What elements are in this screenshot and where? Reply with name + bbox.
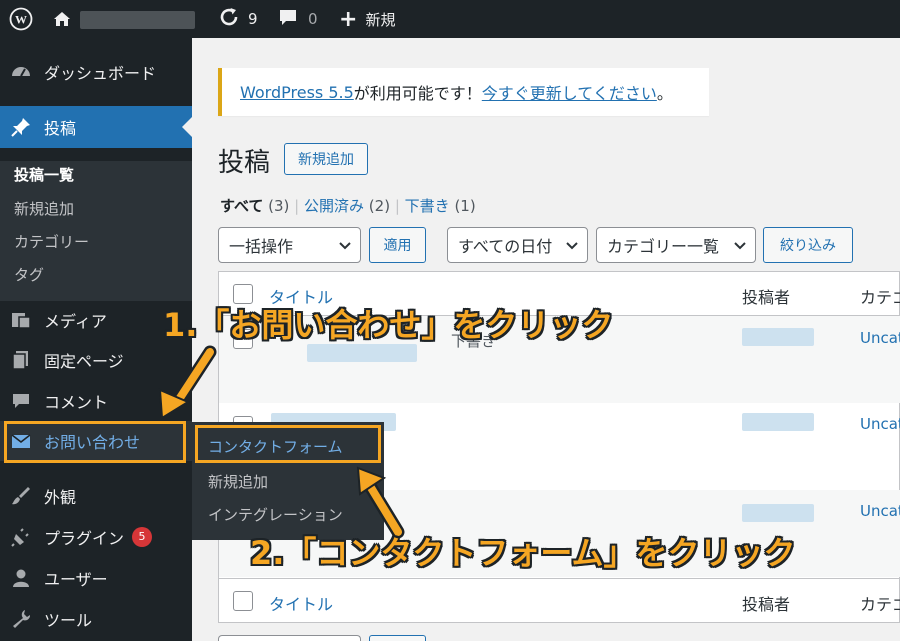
new-label: 新規 [365,10,396,29]
notice-suffix: 。 [656,84,673,103]
chevron-down-icon [733,237,747,256]
plugin-icon [10,526,32,548]
filter-button[interactable]: 絞り込み [763,227,853,263]
update-count: 9 [248,10,258,28]
svg-text:W: W [15,13,27,27]
updates-button[interactable]: 9 [218,0,258,38]
page-icon [10,349,32,371]
column-author-header: 投稿者 [742,288,791,307]
highlight-contact-menu [4,421,186,463]
submenu-tags[interactable]: タグ [14,264,44,285]
date-filter-value: すべての日付 [458,237,553,256]
chevron-down-icon [565,237,579,256]
apply-button[interactable]: 適用 [369,227,426,263]
menu-appearance[interactable]: 外観 [0,476,192,516]
menu-dashboard[interactable]: ダッシュボード [0,52,192,92]
post-category-link[interactable]: Uncat [860,329,900,347]
bottom-apply-button[interactable] [369,635,426,641]
current-arrow [182,117,192,137]
view-drafts[interactable]: 下書き [405,197,450,215]
view-all-count: (3) [268,197,290,215]
post-category-link[interactable]: Uncat [860,502,900,520]
wordpress-logo-icon[interactable]: W [9,0,33,38]
step-2-annotation: 2.「コンタクトフォーム」をクリック [250,534,796,572]
view-all[interactable]: すべて [220,197,263,215]
author-blurred[interactable] [742,413,814,431]
flyout-add-new[interactable]: 新規追加 [208,471,268,492]
comments-button[interactable]: 0 [278,0,318,38]
notice-text: が利用可能です！ [353,84,482,103]
author-blurred[interactable] [742,328,814,346]
column-category-header: カテゴ [860,288,900,307]
date-filter-select[interactable]: すべての日付 [447,227,588,263]
update-notice: WordPress 5.5 が利用可能です！ 今すぐ更新してください 。 [218,68,709,116]
menu-label: ユーザー [44,570,108,589]
menu-tools[interactable]: ツール [0,599,192,639]
plus-icon: + [339,6,358,32]
category-filter-select[interactable]: カテゴリー一覧 [596,227,756,263]
chevron-down-icon [338,237,352,256]
menu-label: コメント [44,393,109,412]
menu-posts[interactable]: 投稿 [0,106,192,148]
brush-icon [10,485,32,507]
highlight-contact-form [195,425,381,463]
menu-label: プラグイン [44,529,125,548]
menu-label: メディア [44,312,107,331]
menu-pages[interactable]: 固定ページ [0,340,192,380]
menu-label: ダッシュボード [44,64,157,83]
submenu-add-new[interactable]: 新規追加 [14,198,74,219]
column-title-footer[interactable]: タイトル [269,591,333,615]
select-all-checkbox-footer[interactable] [233,591,253,611]
author-blurred[interactable] [742,504,814,522]
menu-label: 投稿 [44,119,77,138]
menu-label: ツール [44,611,93,630]
wrench-icon [10,608,32,630]
posts-submenu: 投稿一覧 新規追加 カテゴリー タグ [0,161,192,301]
add-new-post-button[interactable]: 新規追加 [284,143,368,175]
bulk-action-value: 一括操作 [229,237,294,256]
table-footer: タイトル 投稿者 カテゴ [219,578,900,622]
site-name-blurred[interactable] [80,11,195,29]
menu-label: 外観 [44,488,77,507]
bulk-action-select[interactable]: 一括操作 [218,227,361,263]
flyout-integration[interactable]: インテグレーション [208,504,343,525]
wordpress-version-link[interactable]: WordPress 5.5 [240,83,354,102]
post-status-filters: すべて (3) | 公開済み (2) | 下書き (1) [220,197,476,215]
bottom-bulk-select[interactable] [218,635,361,641]
post-title-blurred[interactable] [307,344,417,362]
dashboard-icon [10,61,32,83]
step-1-annotation: 1.「お問い合わせ」をクリック [163,306,614,344]
comment-count: 0 [308,10,318,28]
column-category-footer: カテゴ [860,595,900,614]
pin-icon [10,116,32,138]
comment-bubble-icon [278,7,298,31]
submenu-all-posts[interactable]: 投稿一覧 [14,164,74,185]
home-icon[interactable] [52,0,72,38]
view-published[interactable]: 公開済み [304,197,364,215]
column-author-footer: 投稿者 [742,595,791,614]
admin-bar: W 9 0 + 新規 [0,0,900,38]
menu-plugins[interactable]: プラグイン 5 [0,517,192,557]
view-published-count: (2) [368,197,391,215]
refresh-icon [218,6,240,32]
post-category-link[interactable]: Uncat [860,415,900,433]
update-now-link[interactable]: 今すぐ更新してください [482,80,657,104]
view-drafts-count: (1) [454,197,476,215]
media-icon [10,309,32,331]
page-title: 投稿 [218,148,271,178]
menu-users[interactable]: ユーザー [0,558,192,598]
category-filter-value: カテゴリー一覧 [607,237,720,256]
user-icon [10,567,32,589]
new-content-button[interactable]: + 新規 [339,0,395,38]
submenu-categories[interactable]: カテゴリー [14,231,89,252]
menu-label: 固定ページ [44,352,124,371]
plugin-update-badge: 5 [132,527,153,547]
comment-icon [10,390,32,412]
menu-comments[interactable]: コメント [0,381,192,421]
